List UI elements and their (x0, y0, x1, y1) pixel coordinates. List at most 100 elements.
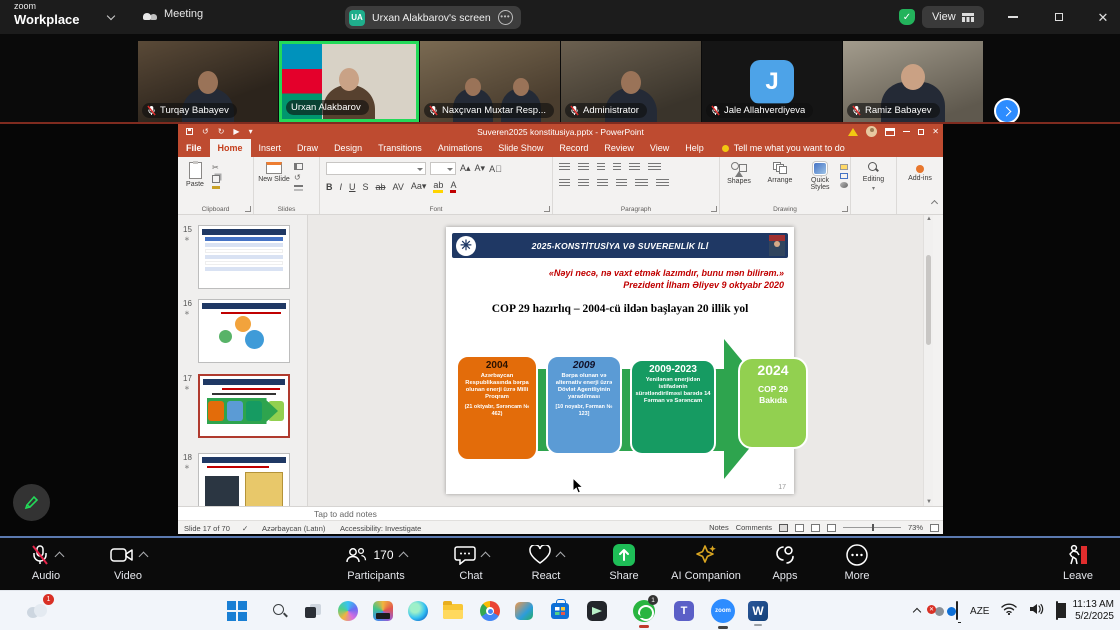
fit-to-window-icon[interactable] (930, 524, 939, 532)
chat-caret-icon[interactable] (480, 552, 490, 562)
word-button[interactable]: W (744, 597, 772, 625)
wifi-icon[interactable] (1001, 602, 1017, 620)
copy-icon[interactable] (212, 175, 220, 183)
notes-toggle[interactable]: Notes (709, 523, 729, 532)
teams-button[interactable]: T (670, 597, 698, 625)
align-center-icon[interactable] (578, 179, 589, 188)
slide-canvas[interactable]: ✳ 2025-KONSTİTUSİYA VƏ SUVERENLİK İLİ «N… (446, 227, 794, 494)
slide-scrollbar[interactable]: ▲▼ (923, 215, 933, 506)
zoom-percent[interactable]: 73% (908, 523, 923, 532)
zoom-app-button[interactable]: zoom (709, 597, 737, 625)
shapes-button[interactable]: Shapes (720, 157, 758, 191)
increase-indent-icon[interactable] (613, 163, 621, 172)
ppt-minimize-button[interactable] (903, 131, 910, 132)
cut-icon[interactable]: ✂ (212, 163, 220, 172)
share-button[interactable]: Share (598, 543, 650, 582)
bold-button[interactable]: B (326, 182, 333, 192)
paste-button[interactable]: Paste (178, 157, 212, 189)
reset-icon[interactable]: ↺ (294, 173, 303, 182)
tab-review[interactable]: Review (596, 139, 642, 157)
photos-button[interactable] (510, 597, 538, 625)
tab-slide-show[interactable]: Slide Show (490, 139, 551, 157)
account-avatar[interactable] (866, 126, 877, 137)
more-button[interactable]: More (832, 543, 882, 582)
restore-button[interactable] (1042, 0, 1076, 34)
weather-widget[interactable]: 1 (16, 597, 56, 625)
leave-button[interactable]: Leave (1052, 543, 1104, 582)
speaker-icon[interactable] (1029, 602, 1044, 620)
section-icon[interactable] (294, 185, 303, 187)
participant-tile[interactable]: Naxçıvan Muxtar Resp... (420, 41, 560, 122)
dialog-launcher-icon[interactable] (842, 206, 848, 212)
language-indicator[interactable]: Azərbaycan (Latın) (262, 524, 325, 533)
share-options-ellipsis-icon[interactable]: ••• (498, 10, 513, 25)
battery-icon[interactable] (1056, 602, 1058, 620)
thumbnail-slide-16[interactable]: 16 ∗ (178, 299, 307, 365)
dialog-launcher-icon[interactable] (245, 206, 251, 212)
tab-design[interactable]: Design (326, 139, 370, 157)
participants-caret-icon[interactable] (398, 552, 408, 562)
language-indicator[interactable]: AZE (970, 606, 989, 617)
char-spacing-button[interactable]: AV (393, 182, 404, 192)
workspace-chevron-down-icon[interactable] (107, 12, 115, 20)
shape-outline-icon[interactable] (840, 173, 848, 179)
font-name-select[interactable] (326, 162, 426, 175)
strikethrough-button[interactable]: ab (376, 182, 386, 192)
italic-button[interactable]: I (340, 182, 343, 192)
font-color-button[interactable]: A (450, 180, 456, 193)
audio-caret-icon[interactable] (54, 552, 64, 562)
change-case-button[interactable]: Aa▾ (411, 181, 427, 192)
tab-home[interactable]: Home (210, 139, 251, 157)
align-right-icon[interactable] (597, 179, 608, 188)
participant-tile[interactable]: Turqay Babayev (138, 41, 278, 122)
clock[interactable]: 11:13 AM 5/2/2025 (1072, 599, 1114, 623)
increase-font-icon[interactable]: A▴ (460, 163, 471, 174)
bullets-icon[interactable] (559, 163, 570, 172)
thumbnail-slide-15[interactable]: 15 ∗ (178, 225, 307, 291)
dialog-launcher-icon[interactable] (544, 206, 550, 212)
spellcheck-icon[interactable]: ✓ (242, 524, 248, 533)
slideshow-view-icon[interactable] (827, 524, 836, 532)
add-ins-button[interactable]: Add-ins (897, 157, 943, 182)
tab-insert[interactable]: Insert (251, 139, 290, 157)
react-button[interactable]: React (520, 543, 572, 582)
layout-icon[interactable] (294, 163, 303, 170)
apps-button[interactable]: Apps (762, 543, 808, 582)
ai-companion-button[interactable]: AI Companion (663, 543, 749, 582)
participant-tile-active-speaker[interactable]: Urxan Alakbarov (279, 41, 419, 122)
accessibility-status[interactable]: Accessibility: Investigate (340, 524, 421, 533)
participant-tile[interactable]: J Jale Allahverdiyeva (702, 41, 842, 122)
annotate-button[interactable] (13, 484, 50, 521)
copilot-button[interactable] (334, 597, 362, 625)
numbering-icon[interactable] (578, 163, 589, 172)
shared-screen-badge[interactable]: UA Urxan Alakbarov's screen ••• (345, 6, 521, 29)
tab-meeting[interactable]: Meeting (142, 8, 203, 20)
chat-button[interactable]: Chat (446, 543, 496, 582)
text-direction-icon[interactable] (648, 163, 661, 172)
tab-view[interactable]: View (642, 139, 677, 157)
tell-me-box[interactable]: Tell me what you want to do (722, 139, 845, 157)
tab-help[interactable]: Help (677, 139, 712, 157)
slide-thumbnail-panel[interactable]: 15 ∗ 16 ∗ (178, 215, 308, 506)
video-button[interactable]: Video (100, 543, 156, 582)
thumbnail-slide-17-selected[interactable]: 17 ∗ (178, 374, 307, 444)
ppt-close-button[interactable]: ✕ (932, 127, 939, 136)
view-button[interactable]: View (922, 6, 984, 28)
shape-fill-icon[interactable] (840, 164, 848, 170)
normal-view-icon[interactable] (779, 524, 788, 532)
format-painter-icon[interactable] (212, 186, 220, 189)
next-participants-page-button[interactable] (994, 98, 1020, 124)
shadow-button[interactable]: S (363, 182, 369, 192)
columns-icon[interactable] (635, 179, 648, 188)
new-slide-button[interactable]: New Slide (254, 157, 294, 187)
search-button[interactable] (266, 597, 294, 625)
decrease-indent-icon[interactable] (597, 163, 605, 172)
slide-sorter-view-icon[interactable] (795, 524, 804, 532)
decrease-font-icon[interactable]: A▾ (475, 163, 486, 174)
tab-draw[interactable]: Draw (289, 139, 326, 157)
tab-animations[interactable]: Animations (430, 139, 491, 157)
quick-styles-button[interactable]: Quick Styles (802, 157, 838, 191)
task-view-button[interactable] (299, 597, 327, 625)
react-caret-icon[interactable] (555, 552, 565, 562)
file-explorer-button[interactable] (439, 597, 467, 625)
